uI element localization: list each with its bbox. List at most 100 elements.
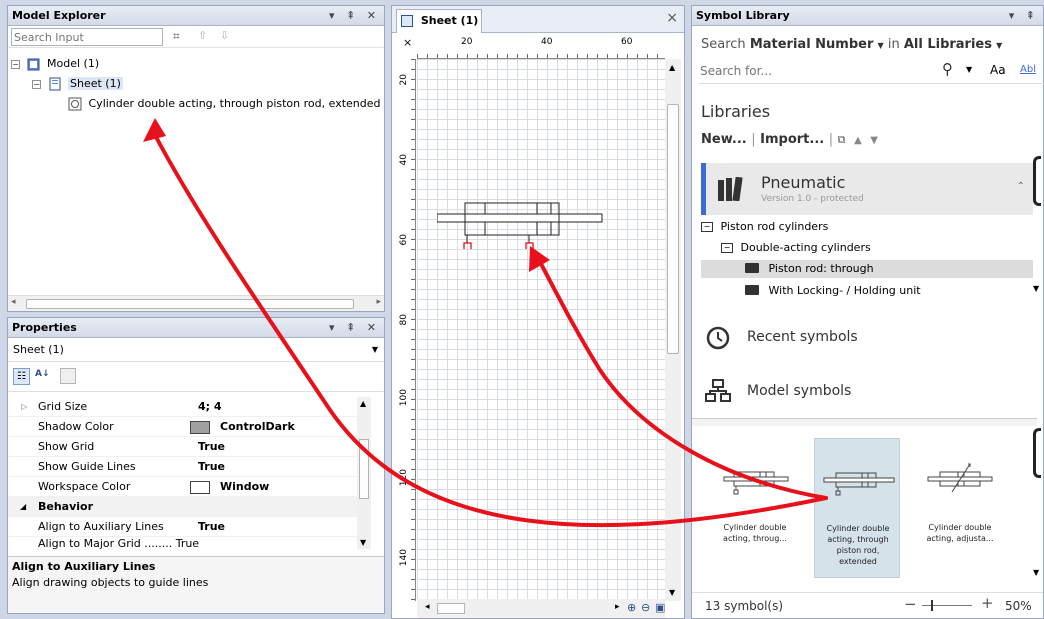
property-vscrollbar[interactable]: ▲ ▼: [357, 397, 371, 549]
explorer-search-input[interactable]: [11, 28, 163, 46]
library-header-pneumatic[interactable]: Pneumatic Version 1.0 - protected ⌃: [701, 163, 1033, 215]
expand-icon[interactable]: ▷: [21, 397, 27, 417]
collapse-icon[interactable]: −: [11, 59, 20, 69]
zoom-slider[interactable]: [922, 600, 972, 611]
search-scope-selector[interactable]: All Libraries: [904, 37, 992, 52]
arrow-down-icon[interactable]: ⇩: [220, 29, 229, 42]
library-vscrollbar[interactable]: ▼: [1033, 156, 1041, 306]
scrollbar-thumb[interactable]: [26, 299, 354, 309]
search-field-selector[interactable]: Material Number: [750, 37, 874, 52]
collapse-folder-icon[interactable]: −: [721, 243, 733, 253]
match-case-toggle[interactable]: Aa: [990, 63, 1006, 77]
library-tree-item[interactable]: With Locking- / Holding unit: [745, 282, 921, 300]
ruler-label: 60: [399, 234, 409, 246]
property-value[interactable]: True: [198, 517, 225, 537]
search-icon[interactable]: ⚲: [942, 60, 953, 78]
scroll-down-icon[interactable]: ▼: [1033, 284, 1039, 293]
scroll-down-icon[interactable]: ▼: [669, 588, 675, 597]
property-value[interactable]: ControlDark: [220, 417, 295, 437]
scroll-right-icon[interactable]: ▸: [376, 297, 381, 307]
gallery-scrollbar[interactable]: ▼: [1033, 428, 1041, 578]
property-value[interactable]: Window: [220, 477, 269, 497]
property-row[interactable]: Align to Auxiliary Lines True: [8, 517, 370, 537]
property-row[interactable]: ▷ Grid Size 4; 4: [8, 397, 370, 417]
symbol-tile-selected[interactable]: Cylinder double acting, through piston r…: [814, 438, 900, 578]
scrollbar-thumb[interactable]: [1033, 156, 1041, 206]
canvas-vscrollbar[interactable]: ▲ ▼: [665, 59, 681, 601]
property-category[interactable]: ◢ Behavior: [8, 497, 370, 517]
scrollbar-thumb[interactable]: [1033, 428, 1041, 478]
scroll-right-icon[interactable]: ▸: [615, 602, 620, 612]
scrollbar-thumb[interactable]: [437, 603, 465, 614]
tab-close-icon[interactable]: ×: [403, 36, 412, 49]
library-tree-item[interactable]: − Piston rod cylinders: [701, 218, 828, 236]
scroll-left-icon[interactable]: ◂: [425, 602, 430, 612]
panel-window-controls[interactable]: ▾ ⇞ ✕: [329, 318, 380, 338]
scroll-down-icon[interactable]: ▼: [1033, 568, 1039, 577]
zoom-in-icon[interactable]: ⊕: [627, 601, 636, 614]
symbol-tile[interactable]: Cylinder double acting, throug...: [718, 438, 792, 578]
library-tree-item-selected[interactable]: Piston rod: through: [701, 260, 1033, 278]
symbol-label: Cylinder double acting, adjusta...: [926, 523, 994, 543]
import-library-link[interactable]: Import...: [760, 132, 824, 147]
property-pages-icon[interactable]: [60, 368, 76, 384]
binoculars-icon[interactable]: ⌗: [173, 29, 180, 44]
fit-page-icon[interactable]: ▣: [655, 601, 665, 614]
categorized-icon[interactable]: ☷: [13, 368, 30, 385]
scroll-left-icon[interactable]: ◂: [11, 297, 16, 307]
collapse-folder-icon[interactable]: −: [701, 222, 713, 232]
panel-window-controls[interactable]: ▾ ⇞ ✕: [329, 6, 380, 26]
canvas-hscrollbar[interactable]: ◂ ▸ ⊕ ⊖ ▣: [417, 599, 665, 618]
chevron-down-icon[interactable]: ▼: [372, 338, 378, 362]
sort-alpha-icon[interactable]: A↓: [35, 369, 50, 379]
new-library-link[interactable]: New...: [701, 132, 747, 147]
chevron-down-icon[interactable]: ▼: [966, 65, 972, 74]
move-down-icon[interactable]: ▼: [870, 135, 878, 146]
property-value[interactable]: True: [198, 457, 225, 477]
property-value[interactable]: 4; 4: [198, 397, 222, 417]
library-tree-item[interactable]: − Double-acting cylinders: [721, 239, 871, 257]
panel-window-controls[interactable]: ▾ ⇞: [1009, 6, 1039, 26]
property-value[interactable]: True: [198, 437, 225, 457]
property-row[interactable]: Shadow Color ControlDark: [8, 417, 370, 437]
chevron-down-icon[interactable]: ▼: [996, 41, 1002, 50]
scrollbar-thumb[interactable]: [667, 104, 679, 354]
tree-item-cylinder[interactable]: Cylinder double acting, through piston r…: [68, 95, 381, 113]
model-icon: [27, 58, 39, 71]
scroll-down-icon[interactable]: ▼: [360, 538, 366, 547]
tree-item-sheet[interactable]: − Sheet (1): [32, 75, 123, 93]
category-name: Behavior: [38, 500, 94, 513]
close-icon[interactable]: ×: [666, 10, 678, 26]
property-row[interactable]: Workspace Color Window: [8, 477, 370, 497]
tree-item-model[interactable]: − Model (1): [11, 55, 99, 73]
move-up-icon[interactable]: ▲: [854, 135, 862, 146]
chevron-up-icon[interactable]: ⌃: [1017, 181, 1025, 192]
property-name: Grid Size: [38, 400, 88, 413]
zoom-out-button[interactable]: −: [904, 595, 917, 613]
drawing-canvas[interactable]: [417, 59, 665, 601]
explorer-hscrollbar[interactable]: ◂ ▸: [8, 295, 384, 311]
scrollbar-thumb[interactable]: [359, 439, 369, 499]
zoom-in-button[interactable]: +: [981, 594, 994, 612]
copy-icon[interactable]: ⧉: [838, 133, 846, 146]
cylinder-symbol[interactable]: [437, 199, 607, 249]
property-row[interactable]: Show Guide Lines True: [8, 457, 370, 477]
property-row[interactable]: Show Grid True: [8, 437, 370, 457]
zoom-slider-thumb[interactable]: [931, 600, 933, 611]
arrow-up-icon[interactable]: ⇧: [198, 29, 207, 42]
tab-sheet[interactable]: Sheet (1) ×: [396, 9, 482, 49]
explorer-tree: − Model (1) − Sheet (1) Cylinder double …: [8, 50, 384, 290]
color-swatch: [190, 421, 210, 434]
scroll-up-icon[interactable]: ▲: [360, 399, 366, 408]
symbol-icon: [68, 97, 82, 111]
scroll-up-icon[interactable]: ▲: [669, 63, 675, 72]
zoom-out-icon[interactable]: ⊖: [641, 601, 650, 614]
symbol-tile[interactable]: Cylinder double acting, adjusta...: [920, 438, 1000, 578]
chevron-down-icon[interactable]: ▼: [878, 41, 884, 50]
whole-word-toggle[interactable]: Abl: [1020, 64, 1036, 75]
symbol-search-input[interactable]: [700, 60, 930, 81]
splitter[interactable]: [692, 418, 1037, 426]
collapse-triangle-icon[interactable]: ◢: [20, 497, 26, 517]
collapse-icon[interactable]: −: [32, 79, 41, 89]
object-selector[interactable]: Sheet (1) ▼: [8, 338, 384, 362]
